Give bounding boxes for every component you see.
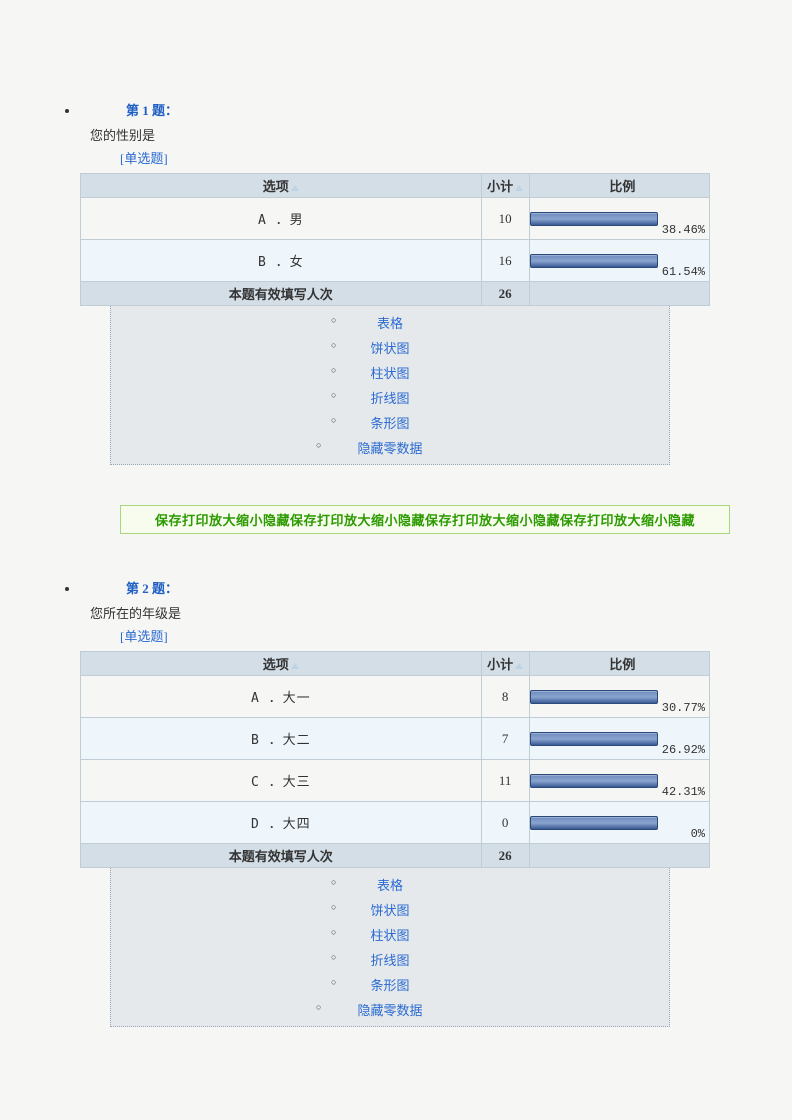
chart-options-panel: 表格 饼状图 柱状图 折线图 条形图 隐藏零数据 xyxy=(110,868,670,1027)
chart-option[interactable]: 条形图 xyxy=(111,410,669,435)
percent-label: 42.31% xyxy=(662,785,705,799)
question-list: 第 1 题： xyxy=(80,100,762,119)
percent-label: 30.77% xyxy=(662,701,705,715)
chart-option[interactable]: 隐藏零数据 xyxy=(111,435,669,460)
question-2: 第 2 题： xyxy=(80,578,762,597)
option-count: 0 xyxy=(481,802,529,844)
table-row: B ．大二 7 26.92% xyxy=(81,718,710,760)
chart-option[interactable]: 折线图 xyxy=(111,385,669,410)
chart-option[interactable]: 饼状图 xyxy=(111,897,669,922)
header-count[interactable]: 小计 xyxy=(481,652,529,676)
chart-option[interactable]: 饼状图 xyxy=(111,335,669,360)
table-header-row: 选项 小计 比例 xyxy=(81,652,710,676)
option-count: 8 xyxy=(481,676,529,718)
bar-wrap xyxy=(530,690,660,706)
percent-label: 38.46% xyxy=(662,223,705,237)
header-option[interactable]: 选项 xyxy=(81,174,482,198)
question-list: 第 2 题： xyxy=(80,578,762,597)
option-count: 10 xyxy=(481,198,529,240)
chart-option[interactable]: 柱状图 xyxy=(111,922,669,947)
bar-wrap xyxy=(530,774,660,790)
table-row: D ．大四 0 0% xyxy=(81,802,710,844)
question-1: 第 1 题： xyxy=(80,100,762,119)
survey-table-2: 选项 小计 比例 A ．大一 8 30.77% B ．大二 7 26.92% xyxy=(80,651,710,868)
question-number: 第 1 题： xyxy=(126,100,178,119)
bar-wrap xyxy=(530,212,660,228)
header-ratio: 比例 xyxy=(529,174,709,198)
chart-option[interactable]: 表格 xyxy=(111,872,669,897)
total-label: 本题有效填写人次 xyxy=(81,282,482,306)
bar-wrap xyxy=(530,732,660,748)
table-header-row: 选项 小计 比例 xyxy=(81,174,710,198)
bar-icon xyxy=(530,690,658,704)
total-label: 本题有效填写人次 xyxy=(81,844,482,868)
question-text: 您所在的年级是 xyxy=(90,603,762,622)
total-row: 本题有效填写人次 26 xyxy=(81,282,710,306)
table-row: A ．大一 8 30.77% xyxy=(81,676,710,718)
table-row: C ．大三 11 42.31% xyxy=(81,760,710,802)
option-label: B ．女 xyxy=(81,240,482,282)
option-label: B ．大二 xyxy=(81,718,482,760)
bar-icon xyxy=(530,254,658,268)
bar-icon xyxy=(530,732,658,746)
option-bar-cell: 0% xyxy=(529,802,709,844)
option-label: A ．大一 xyxy=(81,676,482,718)
option-count: 7 xyxy=(481,718,529,760)
sort-icon[interactable] xyxy=(291,185,299,191)
chart-option[interactable]: 柱状图 xyxy=(111,360,669,385)
bar-icon xyxy=(530,212,658,226)
option-bar-cell: 61.54% xyxy=(529,240,709,282)
chart-options-panel: 表格 饼状图 柱状图 折线图 条形图 隐藏零数据 xyxy=(110,306,670,465)
option-count: 16 xyxy=(481,240,529,282)
option-bar-cell: 38.46% xyxy=(529,198,709,240)
header-option[interactable]: 选项 xyxy=(81,652,482,676)
question-type: [单选题] xyxy=(120,626,762,645)
sort-icon[interactable] xyxy=(291,663,299,669)
chart-option[interactable]: 条形图 xyxy=(111,972,669,997)
sort-icon[interactable] xyxy=(515,185,523,191)
chart-option[interactable]: 折线图 xyxy=(111,947,669,972)
bar-icon xyxy=(530,816,658,830)
header-ratio: 比例 xyxy=(529,652,709,676)
table-row: A ．男 10 38.46% xyxy=(81,198,710,240)
survey-table-1: 选项 小计 比例 A ．男 10 38.46% B ．女 16 61.54% xyxy=(80,173,710,306)
option-label: C ．大三 xyxy=(81,760,482,802)
sort-icon[interactable] xyxy=(515,663,523,669)
table-row: B ．女 16 61.54% xyxy=(81,240,710,282)
percent-label: 0% xyxy=(691,827,705,841)
chart-option[interactable]: 隐藏零数据 xyxy=(111,997,669,1022)
question-number: 第 2 题： xyxy=(126,578,178,597)
option-bar-cell: 42.31% xyxy=(529,760,709,802)
option-bar-cell: 26.92% xyxy=(529,718,709,760)
bar-icon xyxy=(530,774,658,788)
total-count: 26 xyxy=(481,282,529,306)
percent-label: 26.92% xyxy=(662,743,705,757)
option-label: A ．男 xyxy=(81,198,482,240)
option-count: 11 xyxy=(481,760,529,802)
total-count: 26 xyxy=(481,844,529,868)
total-blank xyxy=(529,844,709,868)
bar-wrap xyxy=(530,816,660,832)
question-type: [单选题] xyxy=(120,148,762,167)
option-label: D ．大四 xyxy=(81,802,482,844)
question-text: 您的性别是 xyxy=(90,125,762,144)
action-toolbar[interactable]: 保存打印放大缩小隐藏保存打印放大缩小隐藏保存打印放大缩小隐藏保存打印放大缩小隐藏 xyxy=(120,505,730,534)
percent-label: 61.54% xyxy=(662,265,705,279)
chart-option[interactable]: 表格 xyxy=(111,310,669,335)
bar-wrap xyxy=(530,254,660,270)
document-content: 第 1 题： 您的性别是 [单选题] 选项 小计 比例 A ．男 10 38.4… xyxy=(0,0,792,1067)
toolbar-text: 保存打印放大缩小隐藏保存打印放大缩小隐藏保存打印放大缩小隐藏保存打印放大缩小隐藏 xyxy=(155,513,695,528)
header-count[interactable]: 小计 xyxy=(481,174,529,198)
total-blank xyxy=(529,282,709,306)
option-bar-cell: 30.77% xyxy=(529,676,709,718)
total-row: 本题有效填写人次 26 xyxy=(81,844,710,868)
